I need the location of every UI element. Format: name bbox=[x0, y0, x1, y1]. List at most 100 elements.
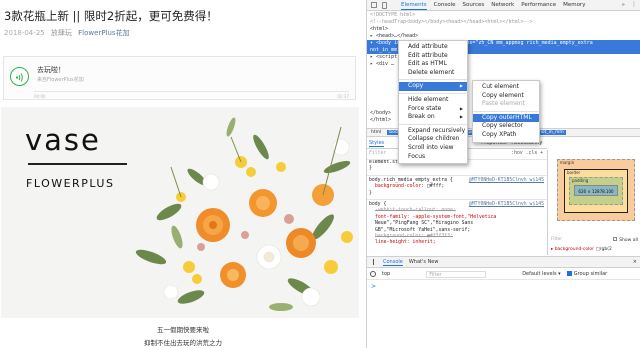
menu-item-label: Expand recursively bbox=[408, 126, 466, 134]
styles-filter-placeholder: Filter bbox=[369, 151, 387, 156]
menu-item-scroll-into-view[interactable]: Scroll into view bbox=[399, 144, 467, 153]
group-similar-label: Group similar bbox=[573, 271, 608, 277]
dom-node-line[interactable]: ▸ <head>…</head> bbox=[367, 33, 640, 40]
menu-separator bbox=[399, 92, 467, 94]
dom-node-line[interactable]: <!--headTrap<body></body><head></head><h… bbox=[367, 19, 640, 26]
tab-console[interactable]: Console bbox=[434, 2, 456, 10]
dom-node-line[interactable]: <!DOCTYPE html> bbox=[367, 12, 640, 19]
menu-item-break-on[interactable]: Break on ▶ bbox=[399, 113, 467, 122]
menu-separator bbox=[399, 79, 467, 81]
menu-item-copy-outerhtml[interactable]: Copy outerHTML bbox=[473, 113, 539, 123]
show-all-checkbox[interactable]: Show all bbox=[613, 237, 638, 243]
element-context-menu: Add attribute Edit attribute Edit as HTML D… bbox=[398, 40, 468, 165]
menu-item-collapse-children[interactable]: Collapse children bbox=[399, 135, 467, 144]
submenu-arrow-icon: ▶ bbox=[459, 114, 463, 120]
tab-elements[interactable]: Elements bbox=[401, 2, 427, 10]
drawer-menu-icon[interactable] bbox=[373, 259, 377, 265]
computed-bg-val: □rgb(2 bbox=[595, 247, 612, 252]
styles-tab-styles[interactable]: Styles bbox=[369, 140, 385, 147]
menu-item-label: Cut element bbox=[482, 83, 519, 90]
log-levels-select[interactable]: Default levels ▾ bbox=[522, 271, 560, 277]
box-padding: padding 626 × 12878.100 bbox=[569, 177, 623, 205]
audio-player[interactable]: 去玩啦！ 来自FlowerPlus花加 00:00 02:37 bbox=[3, 56, 356, 100]
menu-item-copy-xpath[interactable]: Copy XPath bbox=[473, 131, 539, 140]
menu-item-delete-element[interactable]: Delete element bbox=[399, 69, 467, 78]
show-all-label: Show all bbox=[619, 238, 638, 243]
clear-console-icon[interactable] bbox=[370, 271, 376, 277]
submenu-arrow-icon: ▶ bbox=[459, 83, 463, 89]
devtools-tabbar: Elements Console Sources Network Performance… bbox=[367, 0, 640, 11]
menu-item-copy-selector[interactable]: Copy selector bbox=[473, 122, 539, 131]
group-similar-check bbox=[566, 271, 572, 276]
menu-item-focus[interactable]: Focus bbox=[399, 153, 467, 162]
audio-progress-bar[interactable] bbox=[34, 91, 349, 92]
menu-item-paste-element: Paste element bbox=[473, 100, 539, 109]
menu-item-label: Copy element bbox=[482, 91, 524, 99]
rule1-header: body.rich_media_empty_extra { @MTY0NHeD-… bbox=[367, 174, 547, 184]
menu-item-edit-attribute[interactable]: Edit attribute bbox=[399, 52, 467, 61]
audio-duration: 02:37 bbox=[337, 94, 349, 99]
menu-item-label: Copy outerHTML bbox=[482, 113, 532, 121]
rule1-source-link[interactable]: @MTY0NHeD-KT1B5Clnvh_wi145 bbox=[469, 178, 547, 184]
show-all-box bbox=[613, 237, 618, 241]
menu-item-add-attribute[interactable]: Add attribute bbox=[399, 43, 467, 52]
tab-memory[interactable]: Memory bbox=[563, 2, 585, 10]
rule2-declaration-line[interactable]: line-height: inherit; bbox=[369, 240, 547, 246]
menu-item-label: Copy bbox=[408, 82, 424, 90]
menu-item-label: Delete element bbox=[408, 68, 455, 76]
menu-item-copy-element[interactable]: Copy element bbox=[473, 92, 539, 101]
tab-whats-new[interactable]: What's New bbox=[409, 259, 439, 265]
devtools-menu-icon[interactable]: ⋮ bbox=[631, 1, 637, 8]
article-author: 放肆玩 bbox=[50, 29, 72, 37]
menu-item-edit-as-html[interactable]: Edit as HTML bbox=[399, 60, 467, 69]
group-similar-checkbox[interactable]: Group similar bbox=[566, 271, 608, 277]
console-tabs: Console What's New × bbox=[367, 257, 640, 268]
brand-flowerplus-text: FLOWERPLUS bbox=[26, 177, 115, 190]
context-select[interactable]: top bbox=[382, 271, 390, 277]
console-drawer: Console What's New × top Filter Default … bbox=[367, 256, 640, 348]
console-filter-input[interactable]: Filter bbox=[426, 270, 487, 278]
tab-performance[interactable]: Performance bbox=[521, 2, 556, 10]
tab-console[interactable]: Console bbox=[383, 259, 403, 266]
styles-filter-tools[interactable]: :hov .cls + bbox=[511, 151, 543, 157]
copy-submenu: Cut element Copy element Paste element Copy… bbox=[472, 80, 540, 143]
menu-item-label: Add attribute bbox=[408, 43, 448, 50]
menu-item-hide-element[interactable]: Hide element bbox=[399, 96, 467, 105]
menu-item-label: Hide element bbox=[408, 95, 449, 103]
rule1-prop: background-color: bbox=[375, 184, 425, 190]
rule1-selector[interactable]: body.rich_media_empty_extra { bbox=[369, 178, 453, 183]
inspect-element-icon[interactable] bbox=[371, 2, 377, 8]
close-drawer-icon[interactable]: × bbox=[633, 259, 637, 265]
tab-sources[interactable]: Sources bbox=[462, 2, 484, 10]
rule2-source-link[interactable]: @MTY0NHeD-KT1B5Clnvh_wi145 bbox=[469, 202, 547, 208]
computed-filter-input[interactable]: Filter bbox=[551, 237, 562, 242]
rule1-close: } bbox=[369, 190, 372, 196]
menu-item-copy[interactable]: Copy ▶ bbox=[399, 82, 467, 91]
rule2-declarations[interactable]: -webkit-touch-callout: none; font-family:… bbox=[367, 208, 547, 246]
margin-label: margin bbox=[560, 160, 575, 165]
rule2-selector[interactable]: body { bbox=[369, 202, 386, 207]
audio-current-time: 00:00 bbox=[34, 94, 46, 99]
computed-bg-color[interactable]: ▸ background-color □rgb(2 bbox=[551, 247, 612, 252]
device-toolbar-icon[interactable] bbox=[382, 2, 387, 9]
menu-item-label: Break on bbox=[408, 113, 435, 121]
audio-play-button[interactable] bbox=[10, 67, 29, 86]
tab-network[interactable]: Network bbox=[491, 2, 514, 10]
menu-item-label: Copy XPath bbox=[482, 130, 517, 138]
menu-item-cut-element[interactable]: Cut element bbox=[473, 83, 539, 92]
audio-source: 来自FlowerPlus花加 bbox=[37, 77, 84, 83]
account-link[interactable]: FlowerPlus花加 bbox=[78, 29, 129, 37]
sound-wave-icon bbox=[15, 73, 23, 82]
box-border: border padding 626 × 12878.100 bbox=[564, 169, 628, 213]
menu-item-expand-recursively[interactable]: Expand recursively bbox=[399, 127, 467, 136]
menu-item-force-state[interactable]: Force state ▶ bbox=[399, 105, 467, 114]
styles-pane: Filter :hov .cls + element.style { } bod… bbox=[367, 150, 547, 255]
menu-item-label: Copy selector bbox=[482, 122, 524, 130]
submenu-arrow-icon: ▶ bbox=[459, 105, 463, 111]
dom-node-line[interactable]: <html> bbox=[367, 26, 640, 33]
breadcrumb-item[interactable]: html bbox=[369, 130, 383, 135]
article-pane: 3款花瓶上新 || 限时2折起，更可免费得！ 2018-04-25 放肆玩 Fl… bbox=[0, 0, 366, 348]
more-tabs-button[interactable]: » bbox=[622, 2, 625, 8]
console-prompt[interactable]: > bbox=[371, 283, 376, 290]
box-model-pane: margin border padding 626 × 12878.100 Fi… bbox=[547, 150, 640, 255]
